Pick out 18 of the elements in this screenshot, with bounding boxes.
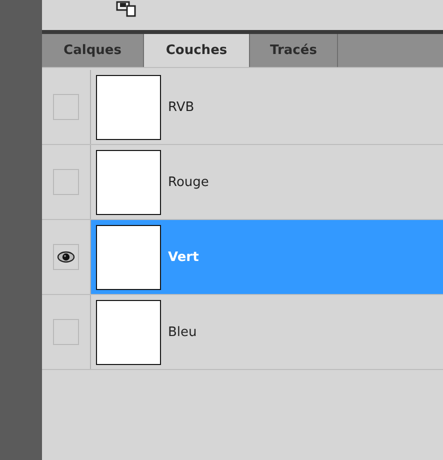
visibility-toggle[interactable] bbox=[53, 319, 79, 345]
channel-thumbnail bbox=[96, 224, 161, 290]
panel-tab[interactable]: Couches bbox=[144, 34, 250, 67]
channel-thumbnail bbox=[96, 74, 161, 140]
channel-name: Bleu bbox=[168, 324, 197, 340]
channel-name: Vert bbox=[168, 250, 199, 264]
channel-thumbnail bbox=[96, 300, 161, 364]
channel-name: Rouge bbox=[168, 174, 209, 190]
channel-name: RVB bbox=[168, 100, 194, 114]
channel-row[interactable]: Bleu bbox=[91, 295, 443, 369]
visibility-toggle[interactable] bbox=[53, 244, 79, 270]
new-document-icon[interactable] bbox=[115, 0, 137, 18]
channel-thumbnail bbox=[96, 150, 161, 214]
eye-icon bbox=[57, 251, 75, 263]
visibility-toggle[interactable] bbox=[53, 169, 79, 195]
channel-row[interactable]: Rouge bbox=[91, 145, 443, 219]
visibility-toggle[interactable] bbox=[53, 94, 79, 120]
channel-row[interactable]: RVB bbox=[91, 70, 443, 144]
